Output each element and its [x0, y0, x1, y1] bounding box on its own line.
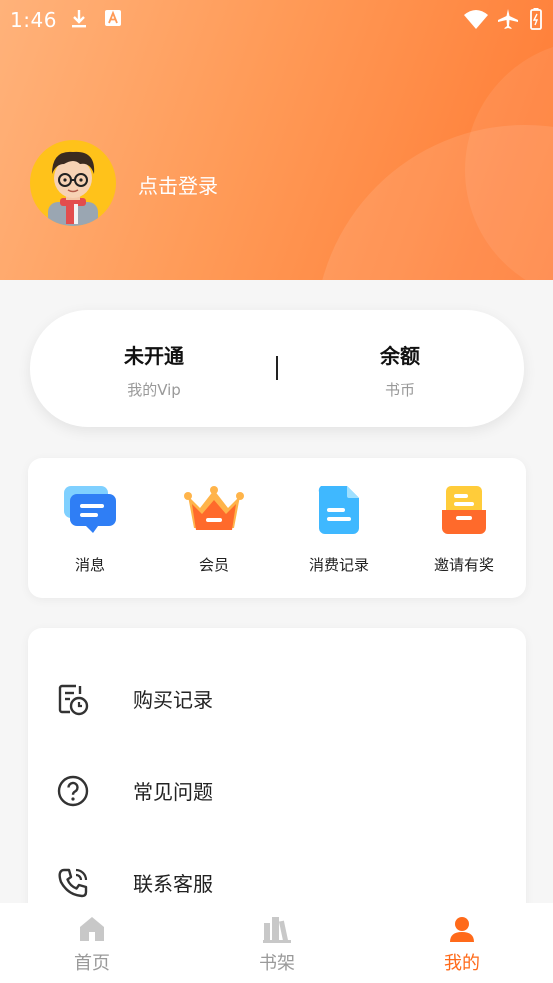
- tab-home[interactable]: 首页: [32, 915, 152, 975]
- document-icon: [309, 484, 369, 536]
- tab-label: 书架: [259, 953, 295, 974]
- bottom-tab-bar: 首页 书架 我的: [0, 903, 553, 983]
- quick-action-label: 邀请有奖: [433, 556, 494, 574]
- menu-item-contact-support[interactable]: 联系客服: [56, 862, 496, 902]
- menu-list-card: 购买记录 常见问题 联系客服: [28, 628, 526, 928]
- quick-action-membership[interactable]: 会员: [152, 484, 276, 575]
- tab-profile[interactable]: 我的: [402, 915, 522, 975]
- login-prompt[interactable]: 点击登录: [138, 170, 218, 199]
- menu-item-faq[interactable]: 常见问题: [56, 770, 496, 810]
- tab-label: 首页: [74, 953, 110, 974]
- tab-label: 我的: [444, 953, 480, 974]
- menu-item-label: 购买记录: [133, 688, 213, 712]
- wifi-icon: [463, 8, 489, 35]
- battery-icon: [530, 8, 542, 35]
- download-icon: [68, 8, 90, 35]
- bookshelf-icon: [262, 915, 292, 943]
- gift-box-icon: [434, 484, 494, 536]
- quick-action-spending-history[interactable]: 消费记录: [277, 484, 401, 575]
- font-a-icon: [104, 8, 122, 33]
- profile-icon: [447, 915, 477, 943]
- vip-divider: [276, 356, 278, 380]
- airplane-icon: [496, 8, 520, 35]
- crown-icon: [184, 484, 244, 536]
- question-icon: [56, 774, 90, 808]
- avatar[interactable]: [30, 140, 116, 226]
- menu-item-label: 联系客服: [133, 872, 213, 896]
- quick-action-label: 消费记录: [308, 556, 369, 574]
- quick-action-invite-rewards[interactable]: 邀请有奖: [402, 484, 526, 575]
- balance-section[interactable]: 余额 书币: [300, 340, 500, 400]
- status-bar: 1:46: [0, 0, 553, 40]
- phone-call-icon: [56, 866, 90, 900]
- purchase-history-icon: [56, 682, 90, 716]
- quick-actions-card: 消息 会员 消费记录 邀请有奖: [28, 458, 526, 598]
- message-icon: [60, 484, 120, 536]
- menu-item-purchase-history[interactable]: 购买记录: [56, 678, 496, 718]
- vip-status: 未开通: [124, 344, 184, 368]
- quick-action-label: 消息: [74, 556, 105, 574]
- vip-balance-card: 未开通 我的Vip 余额 书币: [30, 310, 524, 427]
- menu-item-label: 常见问题: [133, 780, 213, 804]
- quick-action-label: 会员: [198, 556, 229, 574]
- balance-label: 书币: [384, 381, 415, 399]
- quick-action-messages[interactable]: 消息: [28, 484, 152, 575]
- vip-section[interactable]: 未开通 我的Vip: [54, 340, 254, 400]
- home-icon: [77, 915, 107, 943]
- balance-title: 余额: [380, 344, 420, 368]
- status-time: 1:46: [10, 8, 57, 32]
- tab-bookshelf[interactable]: 书架: [217, 915, 337, 975]
- header-decoration: [315, 125, 553, 280]
- profile-header: 1:46 点击登录: [0, 0, 553, 280]
- vip-label: 我的Vip: [127, 381, 181, 399]
